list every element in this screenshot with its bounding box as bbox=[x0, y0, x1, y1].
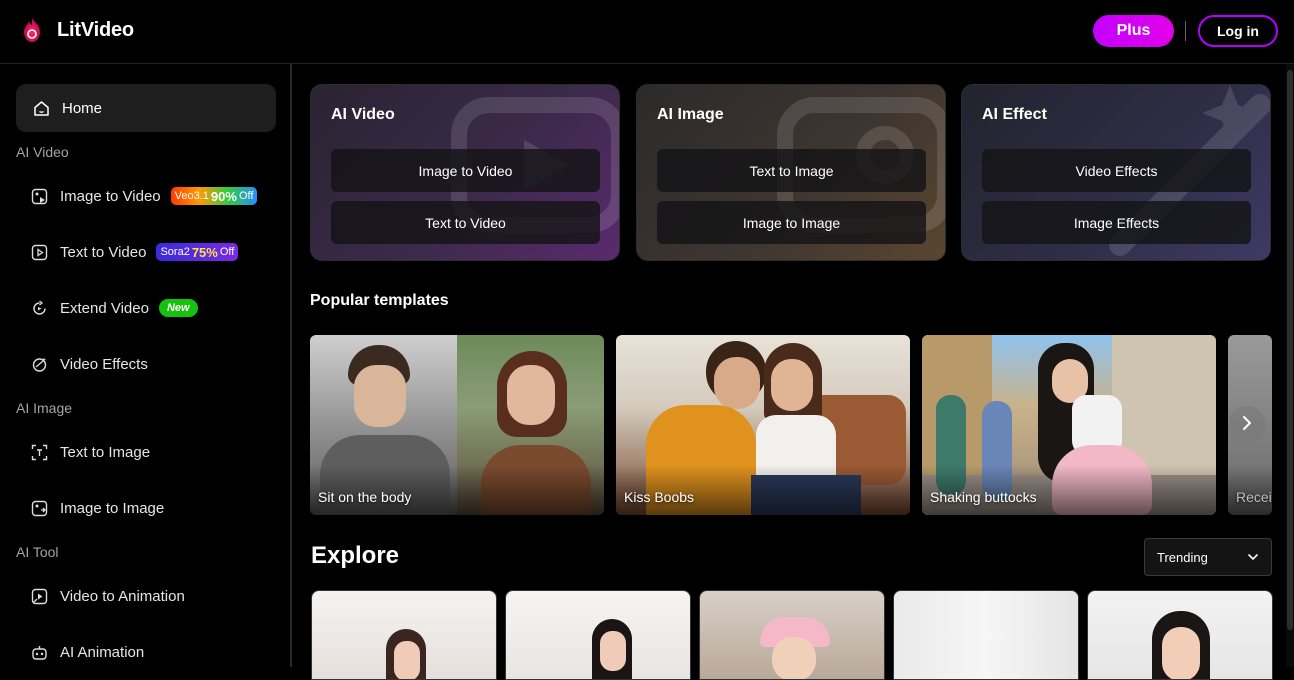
sidebar-item-home[interactable]: Home bbox=[16, 84, 276, 132]
sidebar-section-ai-image: AI Image bbox=[16, 400, 73, 416]
badge-value: 75% bbox=[191, 244, 218, 260]
sidebar-item-video-effects[interactable]: Video Effects bbox=[30, 352, 148, 376]
text-image-icon bbox=[30, 443, 48, 461]
sidebar-item-label: AI Animation bbox=[60, 643, 145, 661]
sidebar-item-extend-video[interactable]: Extend Video New bbox=[30, 296, 198, 320]
sidebar-item-image-to-video[interactable]: Image to Video Veo3.1 90% Off bbox=[30, 184, 258, 208]
scrollbar-thumb[interactable] bbox=[1287, 70, 1293, 630]
image-effects-button[interactable]: Image Effects bbox=[982, 201, 1251, 244]
sidebar-item-label: Image to Video bbox=[60, 187, 161, 205]
template-card[interactable]: Shaking buttocks bbox=[922, 335, 1216, 515]
popular-templates-title: Popular templates bbox=[310, 292, 449, 309]
badge-suffix: Off bbox=[238, 190, 254, 202]
card-title: AI Video bbox=[331, 106, 395, 123]
header-divider bbox=[1185, 21, 1186, 41]
login-button[interactable]: Log in bbox=[1198, 15, 1278, 47]
app-name: LitVideo bbox=[57, 18, 134, 41]
image-video-icon bbox=[30, 187, 48, 205]
sidebar-section-ai-tool: AI Tool bbox=[16, 544, 59, 560]
sidebar-item-label: Extend Video bbox=[60, 299, 149, 317]
sidebar-item-label: Text to Video bbox=[60, 243, 147, 261]
home-icon bbox=[32, 99, 50, 117]
sidebar-item-text-to-video[interactable]: Text to Video Sora2 75% Off bbox=[30, 240, 239, 264]
card-ai-video: AI Video Image to Video Text to Video bbox=[310, 84, 620, 261]
text-to-image-button[interactable]: Text to Image bbox=[657, 149, 926, 192]
new-badge: New bbox=[158, 299, 198, 317]
logo[interactable]: LitVideo bbox=[20, 17, 134, 43]
chevron-right-icon bbox=[1240, 415, 1254, 436]
template-label: Shaking buttocks bbox=[930, 489, 1037, 505]
sidebar-item-text-to-image[interactable]: Text to Image bbox=[30, 440, 150, 464]
top-header: LitVideo Plus Log in bbox=[0, 0, 1294, 64]
sidebar-item-video-to-animation[interactable]: Video to Animation bbox=[30, 584, 185, 608]
chevron-down-icon bbox=[1247, 548, 1259, 566]
image-image-icon bbox=[30, 499, 48, 517]
sidebar-item-label: Video to Animation bbox=[60, 587, 185, 605]
sidebar-item-label: Image to Image bbox=[60, 499, 165, 517]
badge-value: 90% bbox=[210, 188, 237, 204]
sidebar: Home AI Video Image to Video Veo3.1 90% … bbox=[0, 64, 292, 667]
template-label: Recei bbox=[1236, 489, 1272, 505]
sort-dropdown[interactable]: Trending bbox=[1144, 538, 1272, 576]
extend-icon bbox=[30, 299, 48, 317]
sidebar-section-ai-video: AI Video bbox=[16, 144, 69, 160]
card-ai-image: AI Image Text to Image Image to Image bbox=[636, 84, 946, 261]
sidebar-item-label: Home bbox=[62, 99, 103, 117]
template-label: Sit on the body bbox=[318, 489, 412, 505]
sidebar-item-label: Text to Image bbox=[60, 443, 151, 461]
plus-button[interactable]: Plus bbox=[1093, 15, 1174, 47]
discount-badge: Sora2 75% Off bbox=[156, 243, 239, 261]
sidebar-item-image-to-image[interactable]: Image to Image bbox=[30, 496, 164, 520]
image-to-image-button[interactable]: Image to Image bbox=[657, 201, 926, 244]
badge-prefix: Sora2 bbox=[160, 246, 190, 258]
sidebar-item-ai-animation[interactable]: AI Animation bbox=[30, 640, 144, 664]
image-to-video-button[interactable]: Image to Video bbox=[331, 149, 600, 192]
template-card[interactable]: Kiss Boobs bbox=[616, 335, 910, 515]
card-ai-effect: AI Effect Video Effects Image Effects bbox=[961, 84, 1271, 261]
sidebar-item-label: Video Effects bbox=[60, 355, 148, 373]
template-card[interactable]: Sit on the body bbox=[310, 335, 604, 515]
template-label: Kiss Boobs bbox=[624, 489, 695, 505]
sort-value: Trending bbox=[1157, 549, 1208, 565]
carousel-next-button[interactable] bbox=[1228, 406, 1266, 444]
flame-logo-icon bbox=[20, 17, 44, 43]
effects-icon bbox=[30, 355, 48, 373]
text-to-video-button[interactable]: Text to Video bbox=[331, 201, 600, 244]
animation-icon bbox=[30, 587, 48, 605]
badge-prefix: Veo3.1 bbox=[174, 190, 209, 202]
card-title: AI Effect bbox=[982, 106, 1047, 123]
robot-icon bbox=[30, 643, 48, 661]
text-video-icon bbox=[30, 243, 48, 261]
discount-badge: Veo3.1 90% Off bbox=[170, 187, 258, 205]
card-title: AI Image bbox=[657, 106, 724, 123]
video-effects-button[interactable]: Video Effects bbox=[982, 149, 1251, 192]
explore-title: Explore bbox=[311, 542, 400, 569]
badge-suffix: Off bbox=[219, 246, 235, 258]
